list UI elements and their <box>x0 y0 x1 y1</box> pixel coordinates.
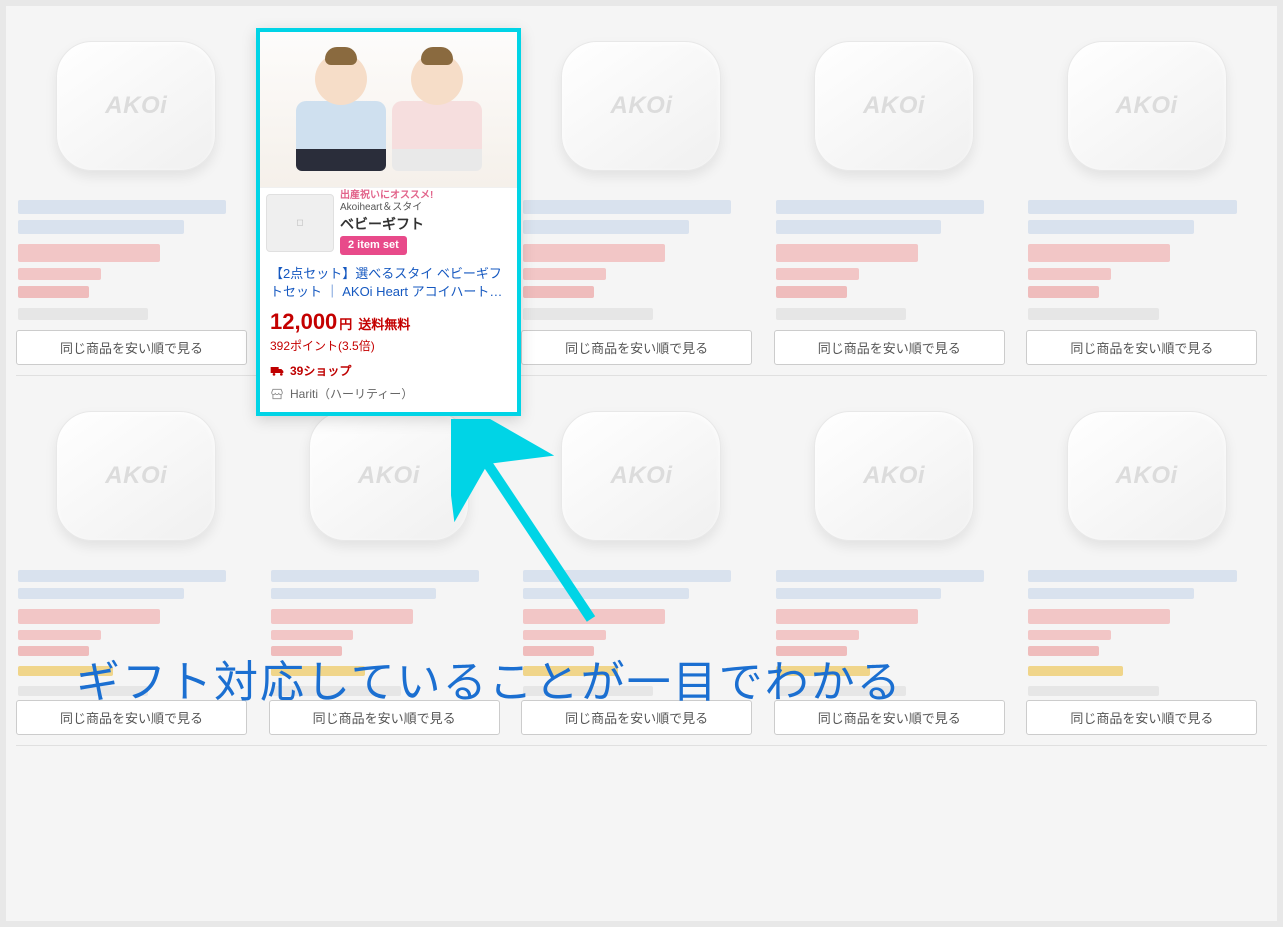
product-card[interactable]: AKOi 同じ商品を安い順で見る <box>521 386 762 735</box>
device-placeholder: AKOi <box>561 41 721 171</box>
product-thumb: AKOi <box>521 16 762 196</box>
blurred-info <box>16 196 257 326</box>
points-label: 392ポイント(3.5倍) <box>270 337 507 354</box>
product-card[interactable]: AKOi 同じ商品を安い順で見る <box>521 16 762 365</box>
seller-name[interactable]: Hariti（ハーリティー） <box>290 385 413 402</box>
banner-subtitle: Akoiheart＆スタイ <box>340 202 511 214</box>
same-product-button[interactable]: 同じ商品を安い順で見る <box>269 700 500 735</box>
product-price: 12,000 <box>270 309 337 334</box>
shop-badge: 39ショップ <box>290 362 351 379</box>
product-card[interactable]: AKOi 同じ商品を安い順で見る <box>16 16 257 365</box>
product-card[interactable]: AKOi 同じ商品を安い順で見る <box>269 386 510 735</box>
store-icon <box>270 387 284 401</box>
same-product-button[interactable]: 同じ商品を安い順で見る <box>16 700 247 735</box>
product-card[interactable]: AKOi 同じ商品を安い順で見る <box>1026 386 1267 735</box>
product-grid-viewport: AKOi 同じ商品を安い順で見る AKOi 同じ商品を安い順で見る AKOi 同… <box>6 6 1277 921</box>
same-product-button[interactable]: 同じ商品を安い順で見る <box>774 700 1005 735</box>
yen-label: 円 <box>339 317 352 332</box>
product-card[interactable]: AKOi 同じ商品を安い順で見る <box>1026 16 1267 365</box>
device-placeholder: AKOi <box>56 41 216 171</box>
product-title-link[interactable]: 【2点セット】選べるスタイ ベビーギフトセット ｜ AKOi Heart アコイ… <box>270 265 507 301</box>
banner-recommend: 出産祝いにオススメ! <box>340 190 511 202</box>
product-card[interactable]: AKOi 同じ商品を安い順で見る <box>774 386 1015 735</box>
free-shipping-label: 送料無料 <box>358 317 410 332</box>
featured-product-card[interactable]: ◻ 出産祝いにオススメ! Akoiheart＆スタイ ベビーギフト 2 item… <box>256 28 521 416</box>
same-product-button[interactable]: 同じ商品を安い順で見る <box>521 700 752 735</box>
same-product-button[interactable]: 同じ商品を安い順で見る <box>1026 700 1257 735</box>
product-card[interactable]: AKOi 同じ商品を安い順で見る <box>774 16 1015 365</box>
product-row: AKOi 同じ商品を安い順で見る AKOi 同じ商品を安い順で見る AKOi 同… <box>16 386 1267 746</box>
same-product-button[interactable]: 同じ商品を安い順で見る <box>16 330 247 365</box>
truck-icon <box>270 365 286 377</box>
same-product-button[interactable]: 同じ商品を安い順で見る <box>1026 330 1257 365</box>
same-product-button[interactable]: 同じ商品を安い順で見る <box>521 330 752 365</box>
featured-image: ◻ 出産祝いにオススメ! Akoiheart＆スタイ ベビーギフト 2 item… <box>260 32 517 257</box>
item-set-badge: 2 item set <box>340 236 407 255</box>
banner-title: ベビーギフト <box>340 216 511 233</box>
product-row: AKOi 同じ商品を安い順で見る AKOi 同じ商品を安い順で見る AKOi 同… <box>16 16 1267 376</box>
product-thumb: AKOi <box>16 16 257 196</box>
same-product-button[interactable]: 同じ商品を安い順で見る <box>774 330 1005 365</box>
gift-thumb: ◻ <box>266 194 334 252</box>
product-card[interactable]: AKOi 同じ商品を安い順で見る <box>16 386 257 735</box>
blurred-info <box>521 196 762 326</box>
